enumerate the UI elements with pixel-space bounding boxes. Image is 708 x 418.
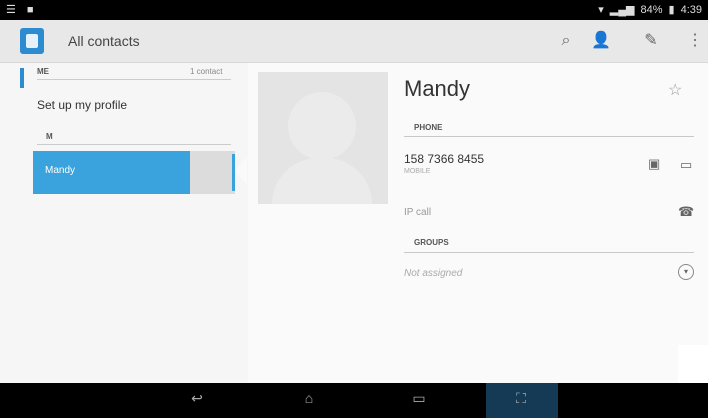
navigation-bar: ↩ ⌂ ▭ ⛶	[0, 383, 708, 418]
message-icon[interactable]: ▭	[680, 157, 692, 173]
contacts-app-icon[interactable]	[20, 28, 44, 54]
groups-value[interactable]: Not assigned	[404, 268, 462, 279]
ip-call-item[interactable]: IP call	[404, 207, 431, 218]
battery-percent: 84%	[640, 3, 663, 16]
groups-header: GROUPS	[414, 238, 449, 247]
star-icon[interactable]: ☆	[668, 80, 682, 100]
sim-card-icon[interactable]: ▣	[648, 156, 660, 172]
back-icon[interactable]: ↩	[176, 390, 218, 410]
search-icon[interactable]: ⌕	[555, 30, 577, 52]
status-right-group: ▾ ▂▄▆ 84% ▮ 4:39	[598, 3, 702, 17]
status-time: 4:39	[680, 3, 702, 16]
phone-type: MOBILE	[404, 168, 431, 175]
edge-panel	[678, 345, 708, 383]
section-header-m: M	[46, 132, 53, 141]
setup-profile-item[interactable]: Set up my profile	[37, 98, 127, 112]
action-bar: All contacts ⌕ 👤 ✎ ⋮	[0, 20, 708, 63]
contact-thumbnail	[190, 151, 235, 194]
recent-apps-icon[interactable]: ▭	[398, 390, 440, 410]
ip-call-icon[interactable]: ☎	[678, 204, 694, 220]
selection-pointer	[235, 157, 247, 185]
me-divider	[37, 79, 231, 80]
phone-number[interactable]: 158 7366 8455	[404, 152, 484, 166]
wifi-icon: ▾	[598, 4, 604, 16]
battery-icon: ▮	[668, 4, 675, 16]
groups-divider	[404, 252, 694, 253]
me-count: 1 contact	[190, 67, 223, 76]
view-title[interactable]: All contacts	[68, 33, 140, 49]
phone-header: PHONE	[414, 123, 443, 132]
contact-name: Mandy	[404, 76, 471, 101]
me-accent	[20, 68, 24, 88]
edit-icon[interactable]: ✎	[640, 30, 662, 52]
contact-list-item-label: Mandy	[45, 165, 76, 176]
screenshot-icon[interactable]: ⛶	[500, 390, 542, 410]
notification-icons: ☰ ■	[6, 4, 38, 16]
overflow-menu-icon[interactable]: ⋮	[684, 30, 706, 52]
me-header: ME	[37, 67, 49, 76]
avatar-head	[288, 92, 356, 160]
m-divider	[37, 144, 231, 145]
phone-divider	[404, 136, 694, 137]
contact-list-item-mandy[interactable]: Mandy	[33, 151, 190, 194]
chevron-down-icon[interactable]: ▾	[678, 264, 694, 280]
add-contact-icon[interactable]: 👤	[590, 30, 612, 52]
status-bar: ☰ ■ ▾ ▂▄▆ 84% ▮ 4:39	[0, 0, 708, 20]
home-icon[interactable]: ⌂	[288, 390, 330, 410]
signal-icon: ▂▄▆	[609, 4, 635, 16]
